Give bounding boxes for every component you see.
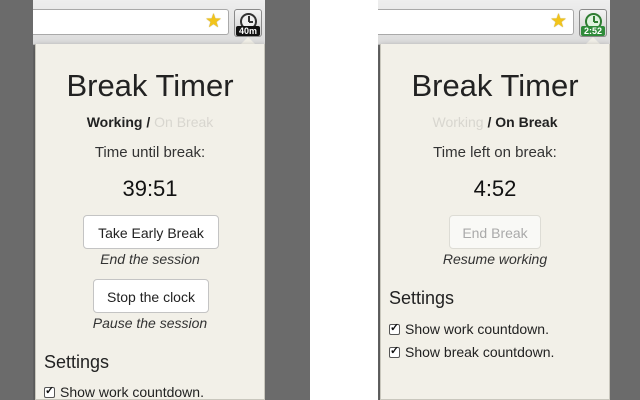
stop-the-clock-button[interactable]: Stop the clock <box>93 279 209 313</box>
screenshot-panel-on-break: ★ 2:52 Break Timer Working / On Break Ti… <box>378 0 610 400</box>
settings-heading: Settings <box>389 288 455 308</box>
extension-badge: 2:52 <box>581 26 605 36</box>
countdown-label: Time left on break: <box>433 144 557 161</box>
take-early-break-hint: End the session <box>100 251 200 267</box>
show-work-countdown-checkbox[interactable]: Show work countdown. <box>44 384 204 400</box>
mode-break: On Break <box>495 114 558 130</box>
popup-title: Break Timer <box>66 68 234 103</box>
mode-working: Working <box>432 114 484 130</box>
checkbox-label: Show work countdown. <box>405 321 549 337</box>
popup-title: Break Timer <box>411 68 579 103</box>
mode-indicator: Working / On Break <box>36 114 264 130</box>
break-timer-popup: Break Timer Working / On Break Time left… <box>380 44 610 400</box>
take-early-break-button[interactable]: Take Early Break <box>83 215 219 249</box>
checkbox-checked-icon[interactable] <box>389 321 400 335</box>
break-timer-popup: Break Timer Working / On Break Time unti… <box>35 44 265 400</box>
mode-separator: / <box>487 114 492 130</box>
countdown-label: Time until break: <box>94 144 206 161</box>
settings-heading: Settings <box>44 352 110 372</box>
countdown-time: 39:51 <box>122 176 178 201</box>
extension-badge: 40m <box>236 26 260 36</box>
mode-separator: / <box>146 114 151 130</box>
show-break-countdown-checkbox[interactable]: Show break countdown. <box>389 344 554 360</box>
checkbox-checked-icon[interactable] <box>389 344 400 358</box>
mode-break: On Break <box>154 114 214 130</box>
checkbox-checked-icon[interactable] <box>44 384 55 398</box>
screenshot-panel-working: ★ 40m Break Timer Working / On Break Tim… <box>33 0 265 400</box>
bookmark-star-icon[interactable]: ★ <box>550 12 570 32</box>
show-work-countdown-checkbox[interactable]: Show work countdown. <box>389 321 549 337</box>
break-timer-extension-button[interactable]: 2:52 <box>579 9 607 37</box>
checkbox-label: Show work countdown. <box>60 384 204 400</box>
bookmark-star-icon[interactable]: ★ <box>205 12 225 32</box>
stop-the-clock-hint: Pause the session <box>92 315 208 331</box>
checkbox-label: Show break countdown. <box>405 344 555 360</box>
countdown-time: 4:52 <box>473 176 517 201</box>
url-bar[interactable]: ★ <box>378 9 574 35</box>
center-gap <box>310 0 378 400</box>
mode-indicator: Working / On Break <box>381 114 609 130</box>
break-timer-extension-button[interactable]: 40m <box>234 9 262 37</box>
end-break-hint: Resume working <box>442 251 548 267</box>
mode-working: Working <box>86 114 143 130</box>
end-break-button[interactable]: End Break <box>449 215 541 249</box>
url-bar[interactable]: ★ <box>33 9 229 35</box>
